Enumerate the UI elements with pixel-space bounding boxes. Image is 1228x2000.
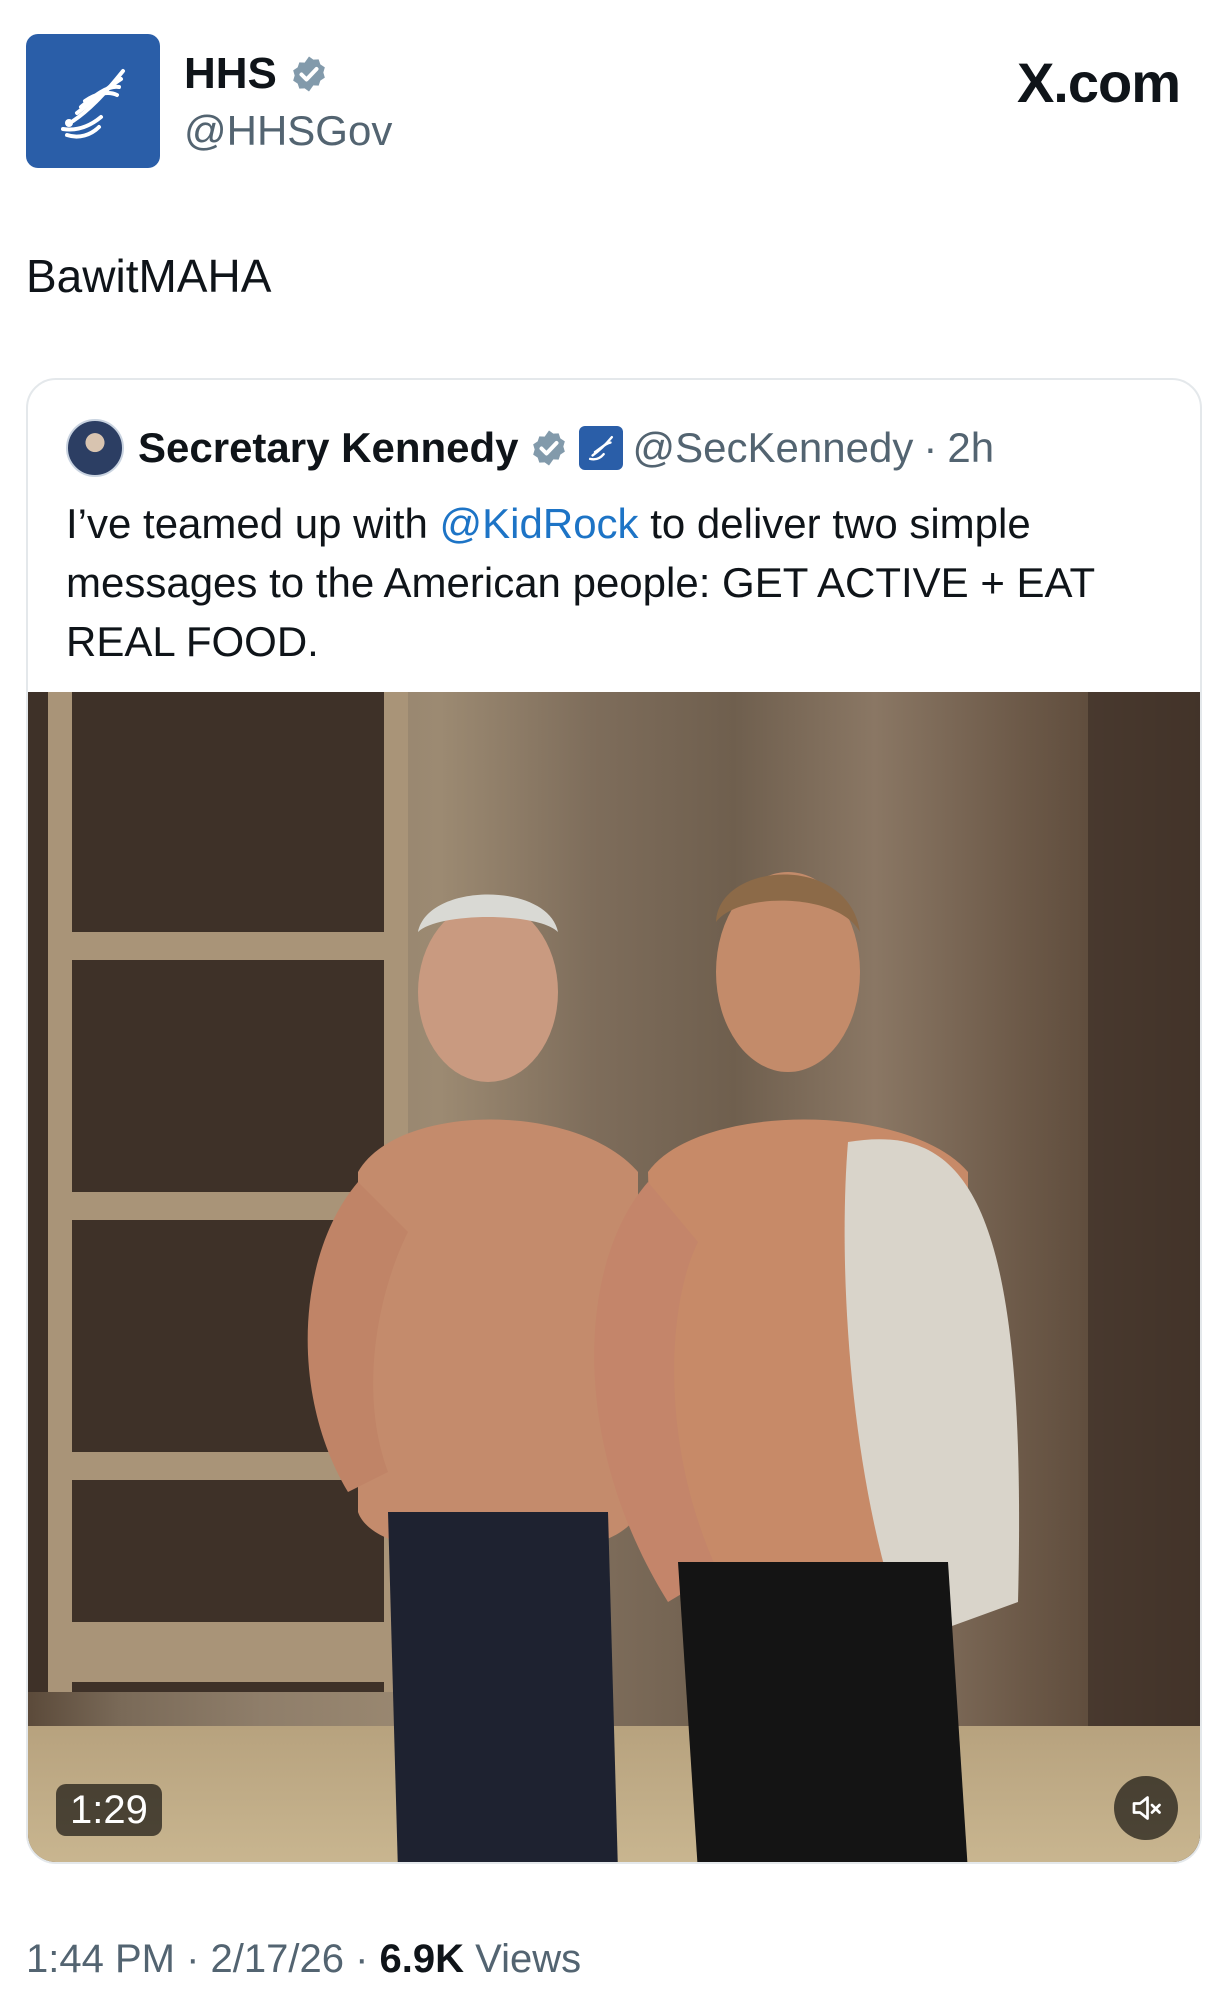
video-player[interactable]: 1:29 [28, 692, 1200, 1862]
dot-separator: · [174, 1937, 211, 1981]
hhs-affiliation-icon[interactable] [578, 426, 623, 470]
quoted-author-name[interactable]: Secretary Kennedy [138, 422, 519, 474]
mention-link[interactable]: @KidRock [440, 500, 639, 547]
kennedy-avatar[interactable] [66, 419, 124, 477]
shelf-post [48, 692, 72, 1692]
quoted-tweet-text: I’ve teamed up with @KidRock to deliver … [66, 494, 1176, 671]
quoted-tweet-age[interactable]: 2h [947, 422, 994, 474]
mute-toggle-button[interactable] [1114, 1776, 1178, 1840]
tweet-screenshot: HHS @HHSGov X.com BawitMAHA Secretary Ke… [0, 0, 1228, 2000]
x-logo-text: X.com [1016, 51, 1181, 114]
quoted-tweet-header: Secretary Kennedy @SecKennedy · 2h [66, 418, 994, 478]
verified-badge-icon [529, 428, 569, 468]
quoted-tweet-card[interactable]: Secretary Kennedy @SecKennedy · 2h I’ve … [26, 378, 1202, 1864]
dot-separator: · [343, 1937, 380, 1981]
dot-separator: · [923, 424, 938, 471]
hhs-avatar[interactable] [26, 34, 160, 168]
hhs-eagle-icon [61, 69, 125, 139]
quoted-author-handle[interactable]: @SecKennedy [633, 422, 914, 474]
video-duration-badge: 1:29 [56, 1784, 162, 1836]
tweet-meta: 1:44 PM · 2/17/26 · 6.9K Views [26, 1934, 581, 1984]
verified-badge-icon [289, 54, 329, 94]
person-right-figure [594, 872, 1020, 1862]
views-count[interactable]: 6.9K [380, 1934, 465, 1984]
tweet-text: BawitMAHA [26, 250, 272, 302]
author-name-text: HHS [184, 49, 277, 98]
author-handle[interactable]: @HHSGov [184, 106, 392, 156]
speaker-muted-icon [1132, 1796, 1161, 1820]
tweet-time[interactable]: 1:44 PM [26, 1934, 175, 1984]
author-name[interactable]: HHS [184, 48, 329, 100]
quoted-text-before: I’ve teamed up with [66, 500, 440, 547]
tweet-date[interactable]: 2/17/26 [211, 1934, 344, 1984]
views-label: Views [464, 1937, 582, 1981]
